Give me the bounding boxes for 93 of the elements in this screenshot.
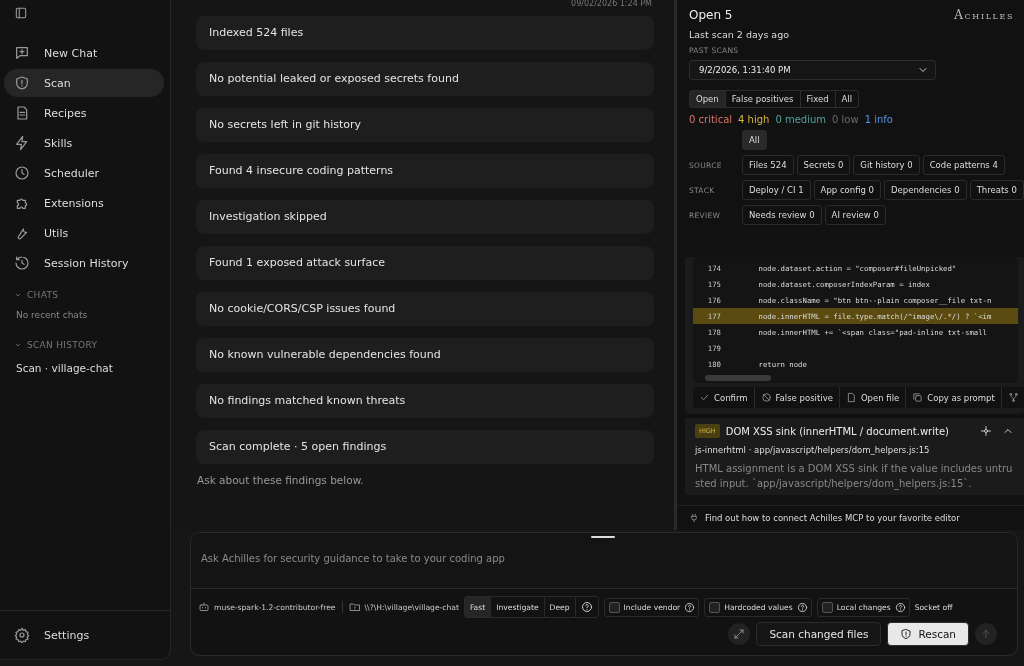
expand-icon: [733, 628, 746, 640]
panel-title: Open 5: [689, 8, 734, 22]
status-card: Found 1 exposed attack surface: [196, 246, 654, 280]
rescan-button[interactable]: Rescan: [887, 622, 969, 646]
arrow-up-icon: [980, 628, 992, 640]
status-card: Indexed 524 files: [196, 16, 654, 50]
help-icon: [580, 601, 593, 613]
last-scan-text: Last scan 2 days ago: [689, 29, 789, 40]
nav-item[interactable]: Session History: [4, 249, 164, 277]
settings-icon: [14, 627, 30, 643]
nav-item[interactable]: Scheduler: [4, 159, 164, 187]
filter-chip[interactable]: Deploy / CI 1: [742, 180, 811, 200]
history-item[interactable]: Scan · village-chat: [4, 356, 164, 380]
branch-icon: [1007, 392, 1019, 403]
checkbox[interactable]: [608, 601, 620, 613]
help-icon: [684, 601, 696, 613]
filter-chip[interactable]: Threats 0: [969, 180, 1024, 200]
status-card: No cookie/CORS/CSP issues found: [196, 292, 654, 326]
plug-icon: [689, 513, 699, 523]
status-card: Found 4 insecure coding patterns: [196, 154, 654, 188]
rule-path: js-innerhtml · app/javascript/helpers/dom_helpers.js:15: [695, 445, 931, 455]
chevron-icon: [14, 341, 22, 349]
lightning-icon: [14, 135, 30, 151]
chat-plus-icon: [14, 45, 30, 61]
severity-count: 4 high: [738, 114, 770, 125]
chat-composer[interactable]: [190, 532, 1018, 656]
filter-chip[interactable]: Dependencies 0: [884, 180, 967, 200]
timestamp: 09/02/2026 1:24 PM: [570, 0, 653, 9]
status-card: No potential leaked or exposed secrets found: [196, 62, 654, 96]
status-tab[interactable]: Fixed: [799, 91, 835, 107]
logo: Achilles: [954, 8, 1014, 24]
action-button[interactable]: Copy as prompt: [905, 387, 1001, 408]
history-icon: [14, 255, 30, 271]
filter-chip[interactable]: AI review 0: [824, 205, 886, 225]
help-icon: [894, 601, 906, 613]
past-scan-dropdown[interactable]: 9/2/2026, 1:31:40 PM: [689, 60, 936, 80]
scan-changed-button[interactable]: Scan changed files: [756, 622, 882, 646]
severity-count: 0 low: [832, 114, 859, 125]
copy-icon: [912, 392, 924, 403]
checkbox[interactable]: [709, 601, 721, 613]
finding-title: DOM XSS sink (innerHTML / document.write): [725, 425, 950, 437]
shield-icon: [900, 628, 913, 640]
severity-count: 0 medium: [775, 114, 827, 125]
document-icon: [845, 392, 857, 403]
status-card: No findings matched known threats: [196, 384, 654, 418]
document-icon: [14, 105, 30, 121]
chevron-icon: [14, 291, 22, 299]
shield-icon: [14, 75, 30, 91]
filter-chip[interactable]: App config 0: [813, 180, 882, 200]
action-button[interactable]: False positive: [753, 387, 839, 408]
check-icon: [699, 392, 710, 403]
status-tab[interactable]: All: [834, 91, 859, 107]
target-icon: [980, 425, 992, 437]
status-card: No secrets left in git history: [196, 108, 654, 142]
section-header[interactable]: SCAN HISTORY: [4, 328, 164, 356]
empty-state-text: No recent chats: [15, 309, 89, 322]
dropdown-value: 9/2/2026, 1:31:40 PM: [699, 65, 791, 75]
puzzle-icon: [14, 195, 30, 211]
filter-chip[interactable]: Code patterns 4: [922, 155, 1005, 175]
finding-description: HTML assignment is a DOM XSS sink if the value includes untrusted input. `app/javascript/helpers/dom_helpers.js:15`.: [695, 462, 1014, 491]
nav-item[interactable]: New Chat: [4, 39, 164, 67]
robot-icon: [198, 601, 210, 613]
hint-text: Ask about these findings below.: [196, 474, 365, 486]
clock-icon: [14, 165, 30, 181]
settings-item[interactable]: Settings: [0, 610, 170, 649]
status-tab[interactable]: False positives: [724, 91, 800, 107]
status-card: Investigation skipped: [196, 200, 654, 234]
filter-chip[interactable]: Secrets 0: [796, 155, 851, 175]
prohibited-icon: [760, 392, 772, 403]
status-card: No known vulnerable dependencies found: [196, 338, 654, 372]
nav-item[interactable]: Utils: [4, 219, 164, 247]
nav-item[interactable]: Skills: [4, 129, 164, 157]
section-header[interactable]: CHATS: [4, 278, 164, 306]
help-icon: [796, 601, 808, 613]
severity-count: 0 critical: [689, 114, 733, 125]
checkbox[interactable]: [821, 601, 833, 613]
filter-chip[interactable]: All: [742, 130, 767, 150]
folder-icon: [348, 601, 361, 613]
nav-item[interactable]: Scan: [4, 69, 164, 97]
filter-chip[interactable]: Git history 0: [853, 155, 920, 175]
severity-count: 1 info: [864, 114, 893, 125]
status-card: Scan complete · 5 open findings: [196, 430, 654, 464]
sidebar-toggle-icon: [14, 6, 28, 20]
expand-button[interactable]: [728, 623, 751, 645]
nav-item[interactable]: Extensions: [4, 189, 164, 217]
scrollbar-thumb[interactable]: [705, 375, 771, 381]
status-tab[interactable]: Open: [690, 91, 725, 107]
action-button[interactable]: Open file: [838, 387, 906, 408]
filter-chip[interactable]: Files 524: [742, 155, 794, 175]
action-button[interactable]: Confirm: [693, 387, 754, 408]
nav-item[interactable]: Recipes: [4, 99, 164, 127]
filter-chip[interactable]: Needs review 0: [742, 205, 822, 225]
send-button[interactable]: [975, 623, 997, 645]
